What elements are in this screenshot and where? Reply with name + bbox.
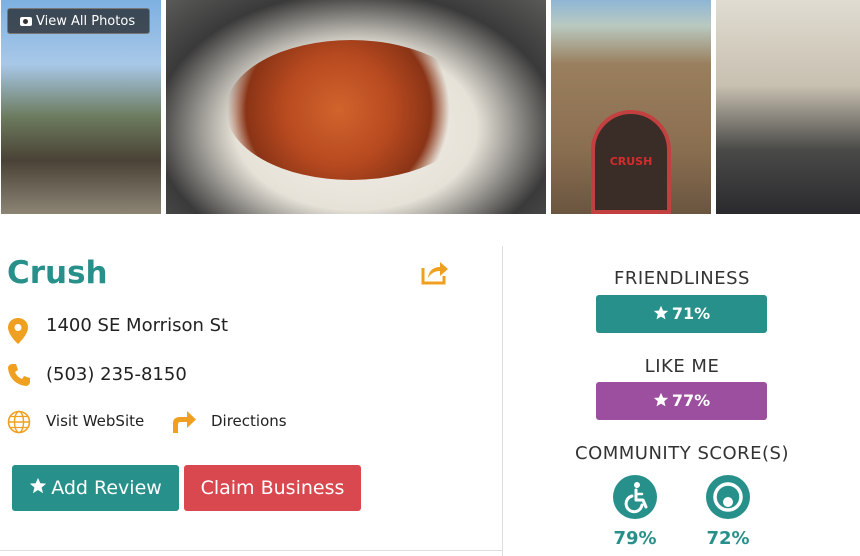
map-pin-icon xyxy=(8,318,28,344)
like-me-score-bar: 77% xyxy=(596,382,767,420)
like-me-label: LIKE ME xyxy=(644,356,720,377)
community-score-label: COMMUNITY SCORE(S) xyxy=(575,443,789,464)
directions-arrow-icon xyxy=(173,411,196,433)
photo-food[interactable] xyxy=(166,0,546,214)
community-other-score: 72% xyxy=(706,528,750,549)
friendliness-score-bar: 71% xyxy=(596,295,767,333)
section-divider xyxy=(0,550,502,551)
address-text: 1400 SE Morrison St xyxy=(46,315,229,336)
storefront-sign: CRUSH xyxy=(609,155,653,168)
view-all-photos-label: View All Photos xyxy=(36,14,136,29)
star-icon xyxy=(653,305,669,320)
phone-icon xyxy=(8,364,30,386)
photo-bar[interactable] xyxy=(716,0,860,214)
photo-storefront[interactable]: CRUSH xyxy=(551,0,711,214)
add-review-label: Add Review xyxy=(51,477,162,499)
like-me-value: 77% xyxy=(671,391,711,410)
accessibility-score: 79% xyxy=(613,528,657,549)
circle-target-icon xyxy=(706,475,750,519)
wheelchair-icon xyxy=(613,475,657,519)
globe-icon xyxy=(7,410,31,434)
star-icon xyxy=(653,392,669,407)
food-plate xyxy=(226,40,476,180)
column-divider xyxy=(502,246,503,556)
business-name: Crush xyxy=(7,255,108,291)
claim-business-button[interactable]: Claim Business xyxy=(184,465,361,511)
star-icon xyxy=(30,477,47,494)
directions-link[interactable]: Directions xyxy=(211,412,287,430)
phone-text[interactable]: (503) 235-8150 xyxy=(46,364,187,385)
share-icon[interactable] xyxy=(420,258,450,286)
add-review-button[interactable]: Add Review xyxy=(12,465,179,511)
friendliness-label: FRIENDLINESS xyxy=(614,268,750,289)
view-all-photos-button[interactable]: View All Photos xyxy=(7,8,150,34)
friendliness-value: 71% xyxy=(671,304,711,323)
camera-icon xyxy=(20,17,32,26)
website-link[interactable]: Visit WebSite xyxy=(46,412,144,430)
photo-strip: CRUSH View All Photos xyxy=(0,0,860,214)
claim-business-label: Claim Business xyxy=(200,477,345,499)
